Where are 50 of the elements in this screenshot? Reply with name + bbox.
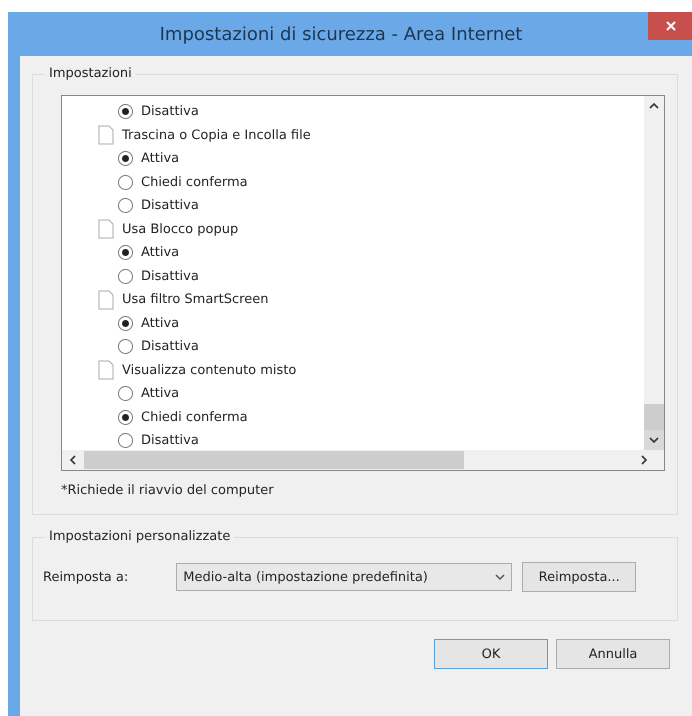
dialog-button[interactable]: Annulla	[556, 639, 670, 669]
dialog-button[interactable]: OK	[434, 639, 548, 669]
document-icon	[98, 219, 114, 240]
radio-button[interactable]	[118, 245, 133, 260]
dropdown-caret-icon	[495, 573, 506, 581]
horizontal-scrollbar[interactable]	[62, 450, 664, 470]
scroll-down-icon[interactable]	[649, 435, 659, 445]
scroll-up-icon[interactable]	[649, 101, 659, 111]
radio-button[interactable]	[118, 316, 133, 331]
document-icon	[98, 360, 114, 380]
option-label: Attiva	[141, 151, 180, 166]
radio-button[interactable]	[118, 433, 133, 448]
radio-button[interactable]	[118, 410, 133, 425]
scroll-right-icon[interactable]	[639, 455, 649, 465]
scroll-thumb[interactable]	[84, 451, 464, 469]
close-button[interactable]	[648, 12, 692, 40]
option-label: Disattiva	[141, 104, 199, 120]
option-label: Disattiva	[141, 268, 199, 284]
option-label: Chiedi conferma	[141, 410, 248, 425]
option-label: Chiedi conferma	[141, 174, 248, 190]
radio-button[interactable]	[118, 151, 133, 166]
document-icon	[98, 125, 114, 146]
footnote-text: *Richiede il riavvio del computer	[61, 483, 275, 498]
radio-button[interactable]	[118, 339, 133, 354]
group-label: Impostazioni	[45, 66, 136, 81]
vertical-scrollbar[interactable]	[644, 96, 664, 450]
scroll-thumb[interactable]	[644, 404, 664, 430]
reset-button[interactable]: Reimposta...	[522, 562, 636, 592]
option-label: Disattiva	[141, 339, 199, 354]
radio-button[interactable]	[118, 268, 133, 284]
option-label: Disattiva	[141, 198, 199, 214]
setting-title: Usa Blocco popup	[122, 222, 238, 237]
document-icon	[98, 290, 114, 310]
option-label: Attiva	[141, 245, 180, 260]
scroll-left-icon[interactable]	[68, 455, 78, 465]
reset-label: Reimposta a:	[43, 570, 128, 584]
setting-title: Usa filtro SmartScreen	[122, 292, 268, 308]
radio-button[interactable]	[118, 198, 133, 214]
option-label: Disattiva	[141, 433, 199, 448]
option-label: Attiva	[141, 316, 180, 331]
option-label: Attiva	[141, 386, 180, 402]
radio-button[interactable]	[118, 174, 133, 190]
radio-button[interactable]	[118, 386, 133, 402]
radio-button[interactable]	[118, 104, 133, 120]
close-icon	[665, 20, 677, 32]
window-title: Impostazioni di sicurezza - Area Internet	[160, 24, 522, 44]
setting-title: Visualizza contenuto misto	[122, 362, 296, 378]
level-dropdown[interactable]: Medio-alta (impostazione predefinita)	[176, 563, 512, 591]
setting-title: Trascina o Copia e Incolla file	[122, 128, 311, 143]
group-label: Impostazioni personalizzate	[45, 529, 234, 544]
